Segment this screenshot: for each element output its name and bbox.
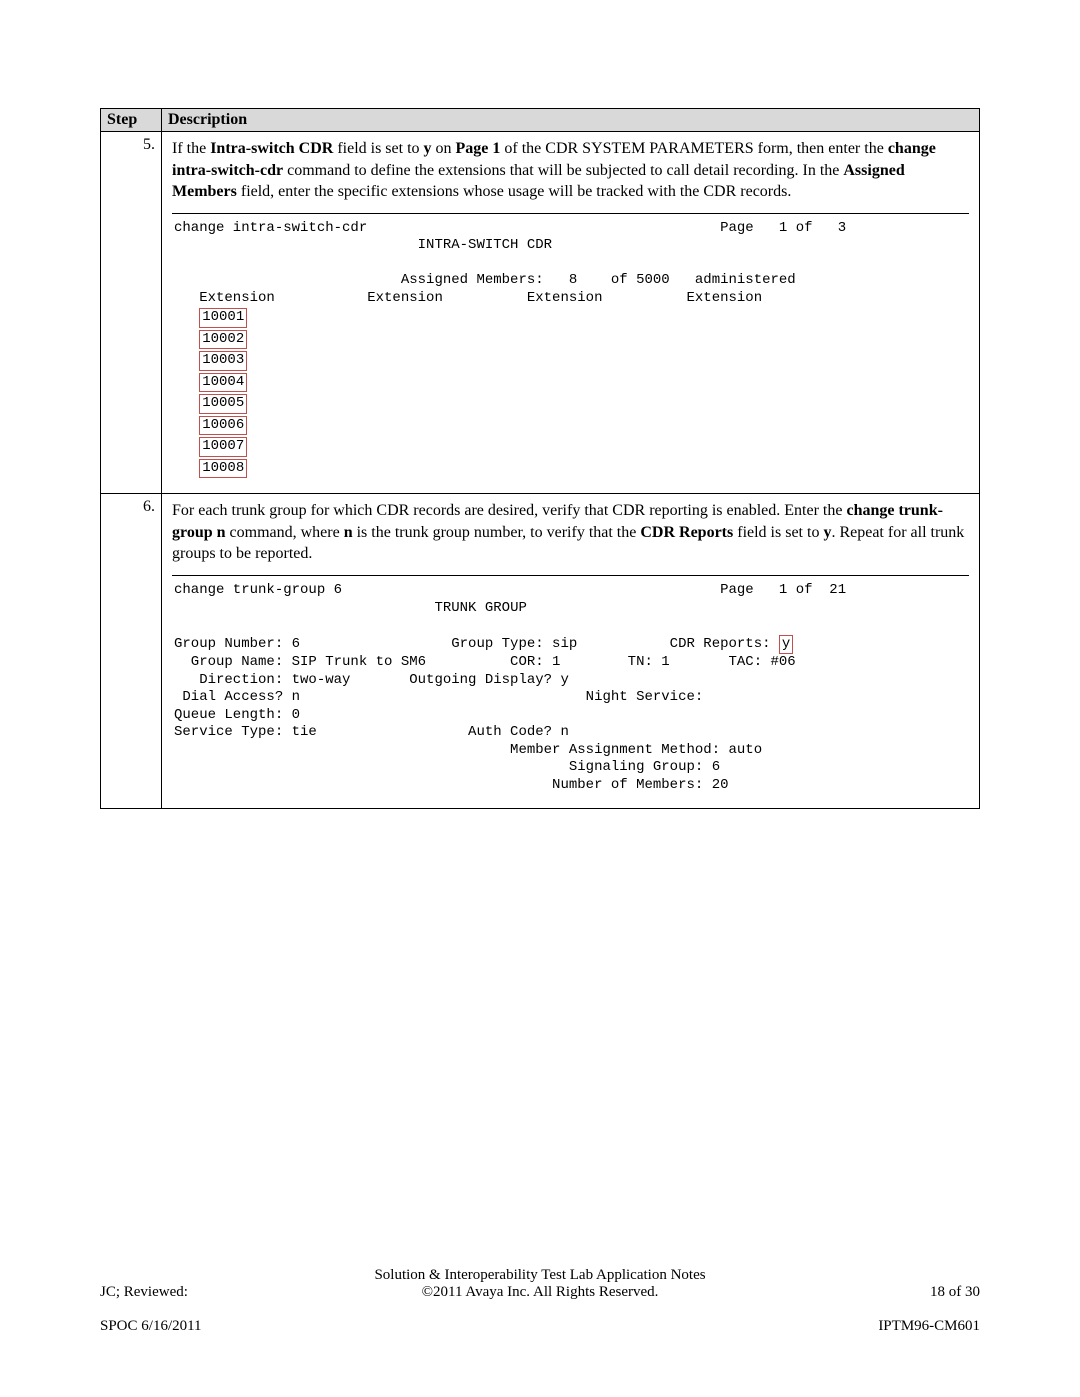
ext-row: 10001 [174, 307, 967, 329]
term-ext-headers: Extension Extension Extension Extension [174, 290, 967, 308]
extension-box: 10006 [199, 416, 247, 436]
ext-row: 10003 [174, 350, 967, 372]
extension-box: 10008 [199, 459, 247, 479]
text: Group Number: 6 Group Type: sip CDR Repo… [174, 636, 779, 652]
text: field is set to [333, 140, 423, 157]
step-description: For each trunk group for which CDR recor… [162, 494, 980, 809]
term-title-line: TRUNK GROUP [174, 600, 967, 618]
ext-row: 10008 [174, 458, 967, 480]
step-description: If the Intra-switch CDR field is set to … [162, 132, 980, 494]
extension-box: 10004 [199, 373, 247, 393]
term-line: Dial Access? n Night Service: [174, 689, 967, 707]
col-step: Step [101, 109, 162, 132]
text: command, where [226, 524, 344, 541]
extension-box: 10001 [199, 308, 247, 328]
term-members-line: Assigned Members: 8 of 5000 administered [174, 272, 967, 290]
step-number: 6. [101, 494, 162, 809]
text: If the [172, 140, 210, 157]
step-number: 5. [101, 132, 162, 494]
bold-text: y [424, 140, 432, 157]
term-line: Signaling Group: 6 [174, 759, 967, 777]
footer-center-1: Solution & Interoperability Test Lab App… [374, 1267, 705, 1283]
extension-box: 10005 [199, 394, 247, 414]
term-line: Service Type: tie Auth Code? n [174, 724, 967, 742]
ext-row: 10004 [174, 372, 967, 394]
footer-center: Solution & Interoperability Test Lab App… [280, 1267, 800, 1301]
term-cmd: change trunk-group 6 [174, 582, 342, 598]
text: is the trunk group number, to verify tha… [353, 524, 641, 541]
term-title: TRUNK GROUP [434, 600, 526, 616]
steps-table: Step Description 5. If the Intra-switch … [100, 108, 980, 809]
term-title-line: INTRA-SWITCH CDR [174, 237, 967, 255]
term-title: INTRA-SWITCH CDR [418, 237, 552, 253]
ext-row: 10005 [174, 393, 967, 415]
term-line: Group Number: 6 Group Type: sip CDR Repo… [174, 635, 967, 655]
term-cmd-line: change trunk-group 6 Page 1 of 21 [174, 582, 967, 600]
bold-text: n [344, 524, 353, 541]
text: command to define the extensions that wi… [283, 162, 843, 179]
page-content: Step Description 5. If the Intra-switch … [0, 0, 1080, 809]
table-header-row: Step Description [101, 109, 980, 132]
footer-left: JC; Reviewed: SPOC 6/16/2011 [100, 1267, 280, 1335]
text: For each trunk group for which CDR recor… [172, 502, 846, 519]
term-cmd-line: change intra-switch-cdr Page 1 of 3 [174, 220, 967, 238]
term-line: Member Assignment Method: auto [174, 742, 967, 760]
terminal-block-5: change intra-switch-cdr Page 1 of 3 INTR… [172, 213, 969, 484]
footer-right: 18 of 30 IPTM96-CM601 [800, 1267, 980, 1335]
term-line: Queue Length: 0 [174, 707, 967, 725]
term-line: Direction: two-way Outgoing Display? y [174, 672, 967, 690]
bold-text: Intra-switch CDR [210, 140, 333, 157]
extension-box: 10002 [199, 330, 247, 350]
page-footer: JC; Reviewed: SPOC 6/16/2011 Solution & … [100, 1267, 980, 1335]
text: field, enter the specific extensions who… [237, 183, 792, 200]
footer-left-1: JC; Reviewed: [100, 1284, 188, 1300]
term-line: Group Name: SIP Trunk to SM6 COR: 1 TN: … [174, 654, 967, 672]
term-page: Page 1 of 21 [720, 582, 846, 598]
bold-text: Page 1 [456, 140, 501, 157]
step5-text: If the Intra-switch CDR field is set to … [172, 138, 969, 203]
extension-box: 10003 [199, 351, 247, 371]
col-description: Description [162, 109, 980, 132]
bold-text: CDR Reports [640, 524, 733, 541]
extension-box: 10007 [199, 437, 247, 457]
footer-right-2: IPTM96-CM601 [878, 1318, 980, 1334]
text: of the CDR SYSTEM PARAMETERS form, then … [500, 140, 887, 157]
step6-text: For each trunk group for which CDR recor… [172, 500, 969, 565]
ext-row: 10007 [174, 436, 967, 458]
table-row: 5. If the Intra-switch CDR field is set … [101, 132, 980, 494]
term-page: Page 1 of 3 [720, 220, 846, 236]
text: field is set to [733, 524, 823, 541]
footer-right-1: 18 of 30 [930, 1284, 980, 1300]
ext-row: 10002 [174, 329, 967, 351]
table-row: 6. For each trunk group for which CDR re… [101, 494, 980, 809]
term-cmd: change intra-switch-cdr [174, 220, 367, 236]
ext-row: 10006 [174, 415, 967, 437]
text: on [432, 140, 456, 157]
terminal-block-6: change trunk-group 6 Page 1 of 21 TRUNK … [172, 575, 969, 798]
footer-center-2: ©2011 Avaya Inc. All Rights Reserved. [422, 1284, 659, 1300]
footer-left-2: SPOC 6/16/2011 [100, 1318, 202, 1334]
term-members: Assigned Members: 8 of 5000 administered [401, 272, 796, 288]
cdr-reports-box: y [779, 635, 793, 655]
term-line: Number of Members: 20 [174, 777, 967, 795]
